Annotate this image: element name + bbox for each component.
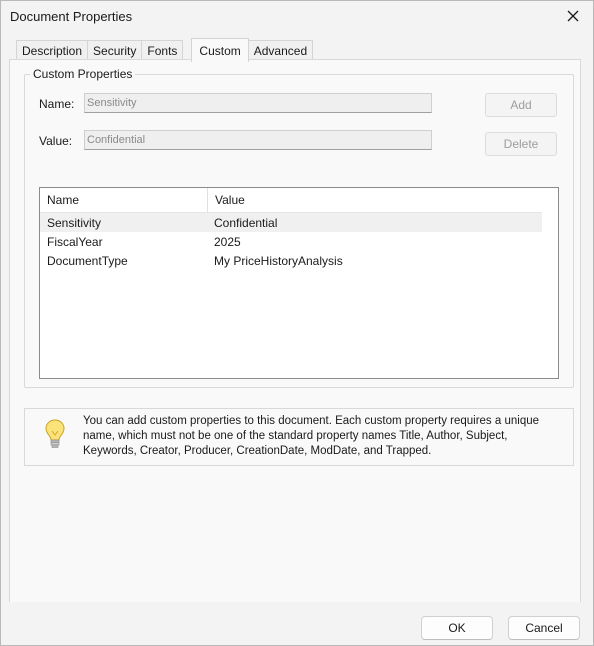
tab-strip: Description Security Fonts Custom Advanc… <box>16 38 314 62</box>
row-name: DocumentType <box>47 253 128 268</box>
custom-tab-panel: Custom Properties Name: Sensitivity Valu… <box>9 59 581 603</box>
custom-properties-group: Custom Properties Name: Sensitivity Valu… <box>24 67 574 388</box>
tab-security[interactable]: Security <box>87 40 143 61</box>
name-field[interactable]: Sensitivity <box>84 93 432 113</box>
cancel-button[interactable]: Cancel <box>508 616 580 640</box>
value-label: Value: <box>39 134 73 148</box>
tab-description[interactable]: Description <box>16 40 89 61</box>
list-item[interactable]: DocumentType My PriceHistoryAnalysis <box>40 251 542 270</box>
row-value: My PriceHistoryAnalysis <box>214 253 343 268</box>
list-item[interactable]: Sensitivity Confidential <box>40 213 542 232</box>
add-button[interactable]: Add <box>485 93 557 117</box>
title-bar: Document Properties <box>1 1 593 33</box>
document-properties-dialog: Document Properties Description Security… <box>0 0 594 646</box>
row-value: 2025 <box>214 234 241 249</box>
info-panel: You can add custom properties to this do… <box>24 408 574 466</box>
tab-fonts[interactable]: Fonts <box>141 40 184 61</box>
close-icon <box>567 10 579 22</box>
row-value: Confidential <box>214 215 278 230</box>
row-name: Sensitivity <box>47 215 102 230</box>
tab-custom[interactable]: Custom <box>191 38 249 62</box>
list-header: Name Value <box>40 188 542 213</box>
name-label: Name: <box>39 97 75 111</box>
delete-button[interactable]: Delete <box>485 132 557 156</box>
tab-advanced[interactable]: Advanced <box>247 40 314 61</box>
close-button[interactable] <box>557 2 589 30</box>
list-item[interactable]: FiscalYear 2025 <box>40 232 542 251</box>
column-header-name[interactable]: Name <box>40 188 208 212</box>
column-header-value[interactable]: Value <box>208 188 542 212</box>
info-text: You can add custom properties to this do… <box>83 415 540 457</box>
group-legend: Custom Properties <box>30 67 136 81</box>
value-field[interactable]: Confidential <box>84 130 432 150</box>
dialog-title: Document Properties <box>10 9 133 24</box>
dialog-footer: OK Cancel <box>1 602 593 645</box>
custom-properties-list[interactable]: Name Value Sensitivity Confidential Fisc… <box>39 187 559 379</box>
ok-button[interactable]: OK <box>421 616 493 640</box>
row-name: FiscalYear <box>47 234 103 249</box>
lightbulb-icon <box>45 419 65 448</box>
